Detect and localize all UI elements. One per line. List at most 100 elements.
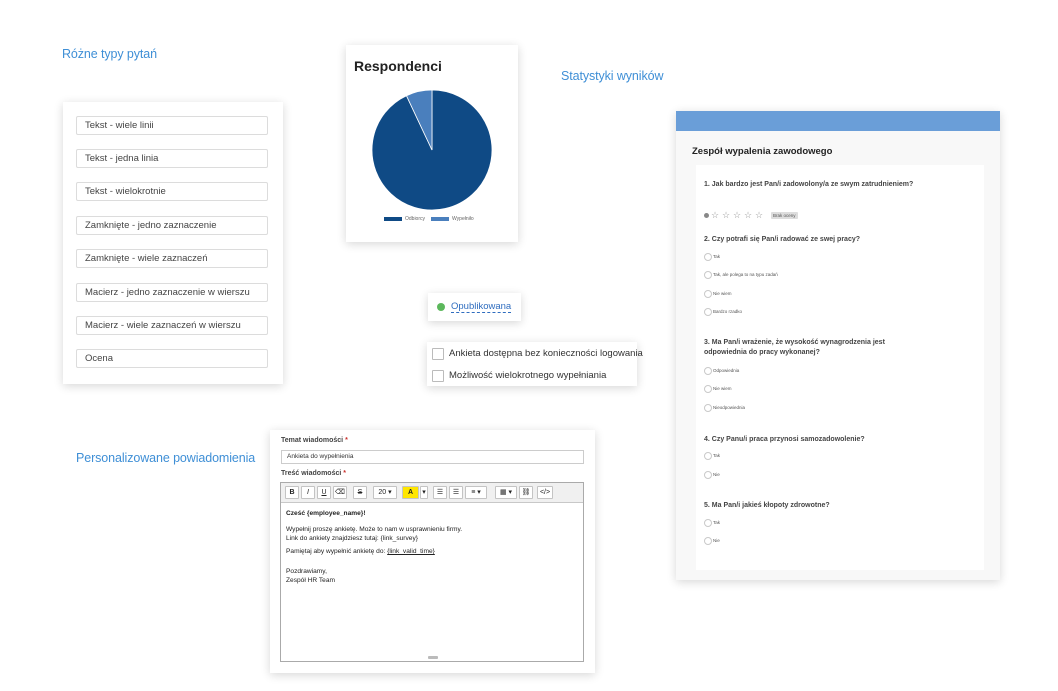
align-icon[interactable]: ≡ ▾	[465, 486, 487, 499]
radio-button[interactable]	[704, 519, 712, 527]
question-title: 4. Czy Panu/i praca przynosi samozadowol…	[704, 436, 865, 443]
bullet-list-icon[interactable]: ☰	[433, 486, 447, 499]
star-icon[interactable]: ☆	[733, 210, 741, 220]
font-color-dropdown-icon[interactable]: ▾	[420, 486, 428, 499]
star-icon[interactable]: ☆	[755, 210, 763, 220]
question-type-button[interactable]: Tekst - wiele linii	[76, 116, 268, 135]
strikethrough-button[interactable]: S	[353, 486, 367, 499]
survey-questions-panel: 1. Jak bardzo jest Pan/i zadowolony/a ze…	[696, 165, 984, 570]
question-title: 2. Czy potrafi się Pan/i radować ze swej…	[704, 236, 861, 243]
star-icon[interactable]: ☆	[711, 210, 719, 220]
required-mark: *	[345, 437, 348, 444]
caption-notifications: Personalizowane powiadomienia	[76, 451, 256, 465]
radio-label: Tak	[713, 254, 721, 259]
bold-button[interactable]: B	[285, 486, 299, 499]
survey-options: Ankieta dostępna bez konieczności logowa…	[427, 342, 643, 386]
body-line: Link do ankiety znajdziesz tutaj: {link_…	[286, 535, 418, 542]
respondents-chart-card: Respondenci Odbiorcy Wypełniło	[346, 45, 518, 242]
radio-button[interactable]	[704, 385, 712, 393]
question-type-button[interactable]: Ocena	[76, 349, 268, 368]
option-label: Ankieta dostępna bez konieczności logowa…	[449, 348, 643, 359]
editor-toolbar: B I U ⌫ S 20 ▾ A ▾ ☰ ☰ ≡ ▾ ▦ ▾ ⛓ </>	[281, 483, 583, 503]
question-title: 5. Ma Pan/i jakieś kłopoty zdrowotne?	[704, 502, 830, 509]
status-dot-icon	[437, 303, 445, 311]
radio-button[interactable]	[704, 471, 712, 479]
star-icon[interactable]: ☆	[722, 210, 730, 220]
question-types-panel: Tekst - wiele linii Tekst - jedna linia …	[63, 102, 283, 384]
radio-label: Tak	[713, 453, 721, 458]
question-type-button[interactable]: Tekst - wielokrotnie	[76, 182, 268, 201]
question-title: 1. Jak bardzo jest Pan/i zadowolony/a ze…	[704, 181, 914, 188]
radio-button[interactable]	[704, 253, 712, 261]
publish-status: Opublikowana	[428, 293, 521, 321]
question-type-button[interactable]: Macierz - jedno zaznaczenie w wierszu	[76, 283, 268, 302]
radio-label: Odpowiednia	[713, 368, 740, 373]
star-icon[interactable]: ☆	[744, 210, 752, 220]
survey-preview: Zespół wypalenia zawodowego 1. Jak bardz…	[676, 111, 1000, 580]
question-type-button[interactable]: Tekst - jedna linia	[76, 149, 268, 168]
notification-editor-card: Temat wiadomości * Ankieta do wypełnieni…	[270, 430, 595, 673]
italic-button[interactable]: I	[301, 486, 315, 499]
radio-button[interactable]	[704, 367, 712, 375]
survey-header-bar	[676, 111, 1000, 131]
valid-time-link: {link_valid_time}	[387, 548, 435, 555]
table-icon[interactable]: ▦ ▾	[495, 486, 517, 499]
code-view-icon[interactable]: </>	[537, 486, 553, 499]
subject-label: Temat wiadomości *	[281, 437, 348, 444]
caption-question-types: Różne typy pytań	[62, 47, 157, 61]
greeting-line: Cześć {employee_name}!	[286, 510, 366, 517]
question-type-button[interactable]: Zamknięte - jedno zaznaczenie	[76, 216, 268, 235]
rich-text-editor[interactable]: B I U ⌫ S 20 ▾ A ▾ ☰ ☰ ≡ ▾ ▦ ▾ ⛓ </> Cze…	[280, 482, 584, 662]
question-type-button[interactable]: Macierz - wiele zaznaczeń w wierszu	[76, 316, 268, 335]
checkbox[interactable]	[432, 370, 444, 382]
legend-swatch	[384, 216, 402, 221]
survey-title: Zespół wypalenia zawodowego	[692, 146, 833, 157]
caption-statistics: Statystyki wyników	[561, 69, 664, 83]
font-size-value: 20	[378, 489, 387, 496]
legend-item: Odbiorcy	[384, 216, 425, 222]
radio-button[interactable]	[704, 404, 712, 412]
subject-input[interactable]: Ankieta do wypełnienia	[281, 450, 584, 464]
eraser-icon[interactable]: ⌫	[333, 486, 347, 499]
radio-label: Tak	[713, 520, 721, 525]
radio-label: Nie wiem	[713, 291, 732, 296]
required-mark: *	[343, 470, 346, 477]
radio-button[interactable]	[704, 537, 712, 545]
resize-handle[interactable]	[428, 656, 438, 659]
font-size-select[interactable]: 20 ▾	[373, 486, 397, 499]
underline-button[interactable]: U	[317, 486, 331, 499]
radio-label: Nie wiem	[713, 386, 732, 391]
legend-label: Wypełniło	[452, 216, 474, 222]
body-text: Pamiętaj aby wypełnić ankietę do:	[286, 548, 388, 555]
pie-chart	[371, 89, 493, 211]
body-label: Treść wiadomości *	[281, 470, 346, 477]
signature-line: Zespół HR Team	[286, 577, 335, 584]
legend-label: Odbiorcy	[405, 216, 426, 222]
radio-label: Nie	[713, 538, 720, 543]
radio-label: Nieodpowiednia	[713, 405, 746, 410]
radio-label: Bardzo rzadko	[713, 309, 743, 314]
body-line: Pamiętaj aby wypełnić ankietę do: {link_…	[286, 547, 462, 556]
radio-button[interactable]	[704, 271, 712, 279]
radio-label: Nie	[713, 472, 720, 477]
radio-button[interactable]	[704, 452, 712, 460]
link-icon[interactable]: ⛓	[519, 486, 533, 499]
font-color-button[interactable]: A	[402, 486, 419, 499]
question-title: 3. Ma Pan/i wrażenie, że wysokość wynagr…	[704, 339, 885, 356]
editor-content[interactable]: Cześć {employee_name}! Wypełnij proszę a…	[286, 509, 462, 585]
checkbox[interactable]	[432, 348, 444, 360]
body-line: Wypełnij proszę ankietę. Może to nam w u…	[286, 526, 463, 533]
rating-reset-icon[interactable]	[704, 213, 709, 218]
align-glyph: ≡	[471, 489, 476, 496]
numbered-list-icon[interactable]: ☰	[449, 486, 463, 499]
legend-item: Wypełniło	[431, 216, 474, 222]
body-label-text: Treść wiadomości	[281, 470, 342, 477]
table-glyph: ▦	[499, 489, 507, 496]
radio-button[interactable]	[704, 308, 712, 316]
no-rating-badge: Brak oceny	[771, 212, 798, 219]
status-link[interactable]: Opublikowana	[451, 301, 512, 313]
option-label: Możliwość wielokrotnego wypełniania	[449, 370, 607, 381]
question-type-button[interactable]: Zamknięte - wiele zaznaczeń	[76, 249, 268, 268]
radio-button[interactable]	[704, 290, 712, 298]
radio-label: Tak, ale polega to na typu zadań	[713, 272, 778, 277]
